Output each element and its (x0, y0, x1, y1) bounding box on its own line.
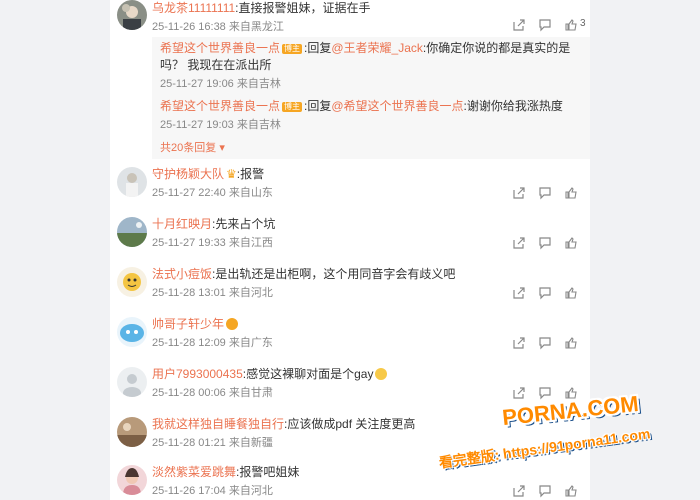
comment-username[interactable]: 法式小痘饭 (152, 267, 212, 281)
comment-actions (512, 236, 582, 250)
user-avatar[interactable] (117, 167, 147, 197)
comment-actions (512, 484, 582, 498)
more-replies-label: 共20条回复 (160, 142, 217, 154)
like-icon[interactable] (564, 336, 578, 350)
comment-time: 25-11-28 13:01 (152, 287, 226, 299)
comment-item: 帅哥子轩少年 25-11-28 12:09 来自广东 (110, 316, 590, 356)
comment-item: 守护杨颖大队 ♛:报警 25-11-27 22:40 来自山东 (110, 166, 590, 206)
comment-time: 25-11-28 12:09 (152, 337, 226, 349)
reply-mention[interactable]: @王者荣耀_Jack (331, 41, 423, 55)
like-count: 3 (580, 18, 586, 29)
comment-icon[interactable] (538, 286, 552, 300)
share-icon[interactable] (512, 286, 526, 300)
reply-time: 25-11-27 19:03 (160, 119, 234, 131)
user-avatar[interactable] (117, 0, 147, 30)
comment-location: 来自江西 (228, 237, 273, 249)
user-avatar[interactable] (117, 465, 147, 495)
reply-username[interactable]: 希望这个世界善良一点 (160, 41, 280, 55)
comment-text: 报警吧姐妹 (239, 465, 300, 479)
user-avatar[interactable] (117, 367, 147, 397)
like-icon[interactable] (564, 186, 578, 200)
comment-username[interactable]: 帅哥子轩少年 (152, 317, 224, 331)
comment-username[interactable]: 十月红映月 (152, 217, 212, 231)
reply-prefix: :回复 (304, 99, 332, 113)
reply-location: 来自吉林 (236, 78, 281, 90)
reply-item: 希望这个世界善良一点 博主:回复@王者荣耀_Jack:你确定你说的都是真实的是吗？… (160, 40, 586, 91)
reply-item: 希望这个世界善良一点 博主:回复@希望这个世界善良一点:谢谢你给我涨热度 25-1… (160, 98, 586, 132)
author-badge: 博主 (282, 44, 303, 54)
comment-username[interactable]: 淡然紫菜爱跳舞 (152, 465, 236, 479)
like-icon[interactable] (564, 18, 578, 32)
comment-time: 25-11-26 17:04 (152, 485, 226, 497)
emoji-icon (226, 318, 239, 330)
more-replies-link[interactable]: 共20条回复 ▾ (160, 139, 225, 155)
comment-location: 来自黑龙江 (228, 21, 284, 33)
comment-location: 来自河北 (228, 485, 273, 497)
like-icon[interactable] (564, 286, 578, 300)
comment-location: 来自新疆 (228, 437, 273, 449)
emoji-icon (375, 368, 388, 380)
comment-item: 用户7993000435:感觉这裸聊对面是个gay 25-11-28 00:06… (110, 366, 590, 406)
comment-item: 十月红映月:先来占个坑 25-11-27 19:33 来自江西 (110, 216, 590, 256)
comment-time: 25-11-27 22:40 (152, 187, 226, 199)
comment-time: 25-11-28 01:21 (152, 437, 226, 449)
caret-down-icon: ▾ (219, 142, 225, 154)
user-avatar[interactable] (117, 267, 147, 297)
comment-icon[interactable] (538, 484, 552, 498)
comment-text: 是出轨还是出柜啊，这个用同音字会有歧义吧 (215, 267, 456, 281)
comment-username[interactable]: 用户7993000435 (152, 367, 243, 381)
author-badge: 博主 (282, 102, 303, 112)
comment-icon[interactable] (538, 386, 552, 400)
comment-username[interactable]: 守护杨颖大队 (152, 167, 224, 181)
comment-text: 先来占个坑 (215, 217, 276, 231)
like-icon[interactable] (564, 236, 578, 250)
comment-text: 感觉这裸聊对面是个gay (246, 367, 374, 381)
comment-location: 来自甘肃 (228, 387, 273, 399)
comment-time: 25-11-27 19:33 (152, 237, 226, 249)
comment-location: 来自广东 (228, 337, 273, 349)
comment-username[interactable]: 我就这样独自睡餐独自行 (152, 417, 284, 431)
comment-text: 应该做成pdf 关注度更高 (287, 417, 416, 431)
reply-mention[interactable]: @希望这个世界善良一点 (331, 99, 463, 113)
reply-text: :谢谢你给我涨热度 (463, 99, 563, 113)
share-icon[interactable] (512, 336, 526, 350)
share-icon[interactable] (512, 484, 526, 498)
crown-icon: ♛ (226, 167, 237, 181)
reply-username[interactable]: 希望这个世界善良一点 (160, 99, 280, 113)
comment-username[interactable]: 乌龙茶11111111 (152, 1, 235, 15)
share-icon[interactable] (512, 186, 526, 200)
reply-location: 来自吉林 (236, 119, 281, 131)
comment-item: 淡然紫菜爱跳舞:报警吧姐妹 25-11-26 17:04 来自河北 (110, 464, 590, 500)
comment-actions (512, 336, 582, 350)
comment-item: 法式小痘饭:是出轨还是出柜啊，这个用同音字会有歧义吧 25-11-28 13:0… (110, 266, 590, 306)
comment-location: 来自山东 (228, 187, 273, 199)
comment-icon[interactable] (538, 186, 552, 200)
comment-time: 25-11-28 00:06 (152, 387, 226, 399)
like-icon[interactable] (564, 484, 578, 498)
share-icon[interactable] (512, 18, 526, 32)
share-icon[interactable] (512, 236, 526, 250)
comment-actions: 3 (512, 18, 586, 32)
reply-time: 25-11-27 19:06 (160, 78, 234, 90)
comment-actions (512, 286, 582, 300)
comment-text: 报警 (240, 167, 265, 181)
share-icon[interactable] (512, 386, 526, 400)
reply-prefix: :回复 (304, 41, 332, 55)
comment-location: 来自河北 (228, 287, 273, 299)
comment-time: 25-11-26 16:38 (152, 21, 226, 33)
replies-box: 希望这个世界善良一点 博主:回复@王者荣耀_Jack:你确定你说的都是真实的是吗？… (152, 37, 590, 159)
comment-icon[interactable] (538, 236, 552, 250)
comment-icon[interactable] (538, 18, 552, 32)
comment-icon[interactable] (538, 336, 552, 350)
comment-item: 乌龙茶11111111:直接报警姐妹，证据在手 25-11-26 16:38 来… (110, 0, 590, 40)
comment-actions (512, 186, 582, 200)
comment-text: 直接报警姐妹，证据在手 (238, 1, 371, 15)
user-avatar[interactable] (117, 217, 147, 247)
user-avatar[interactable] (117, 317, 147, 347)
user-avatar[interactable] (117, 417, 147, 447)
